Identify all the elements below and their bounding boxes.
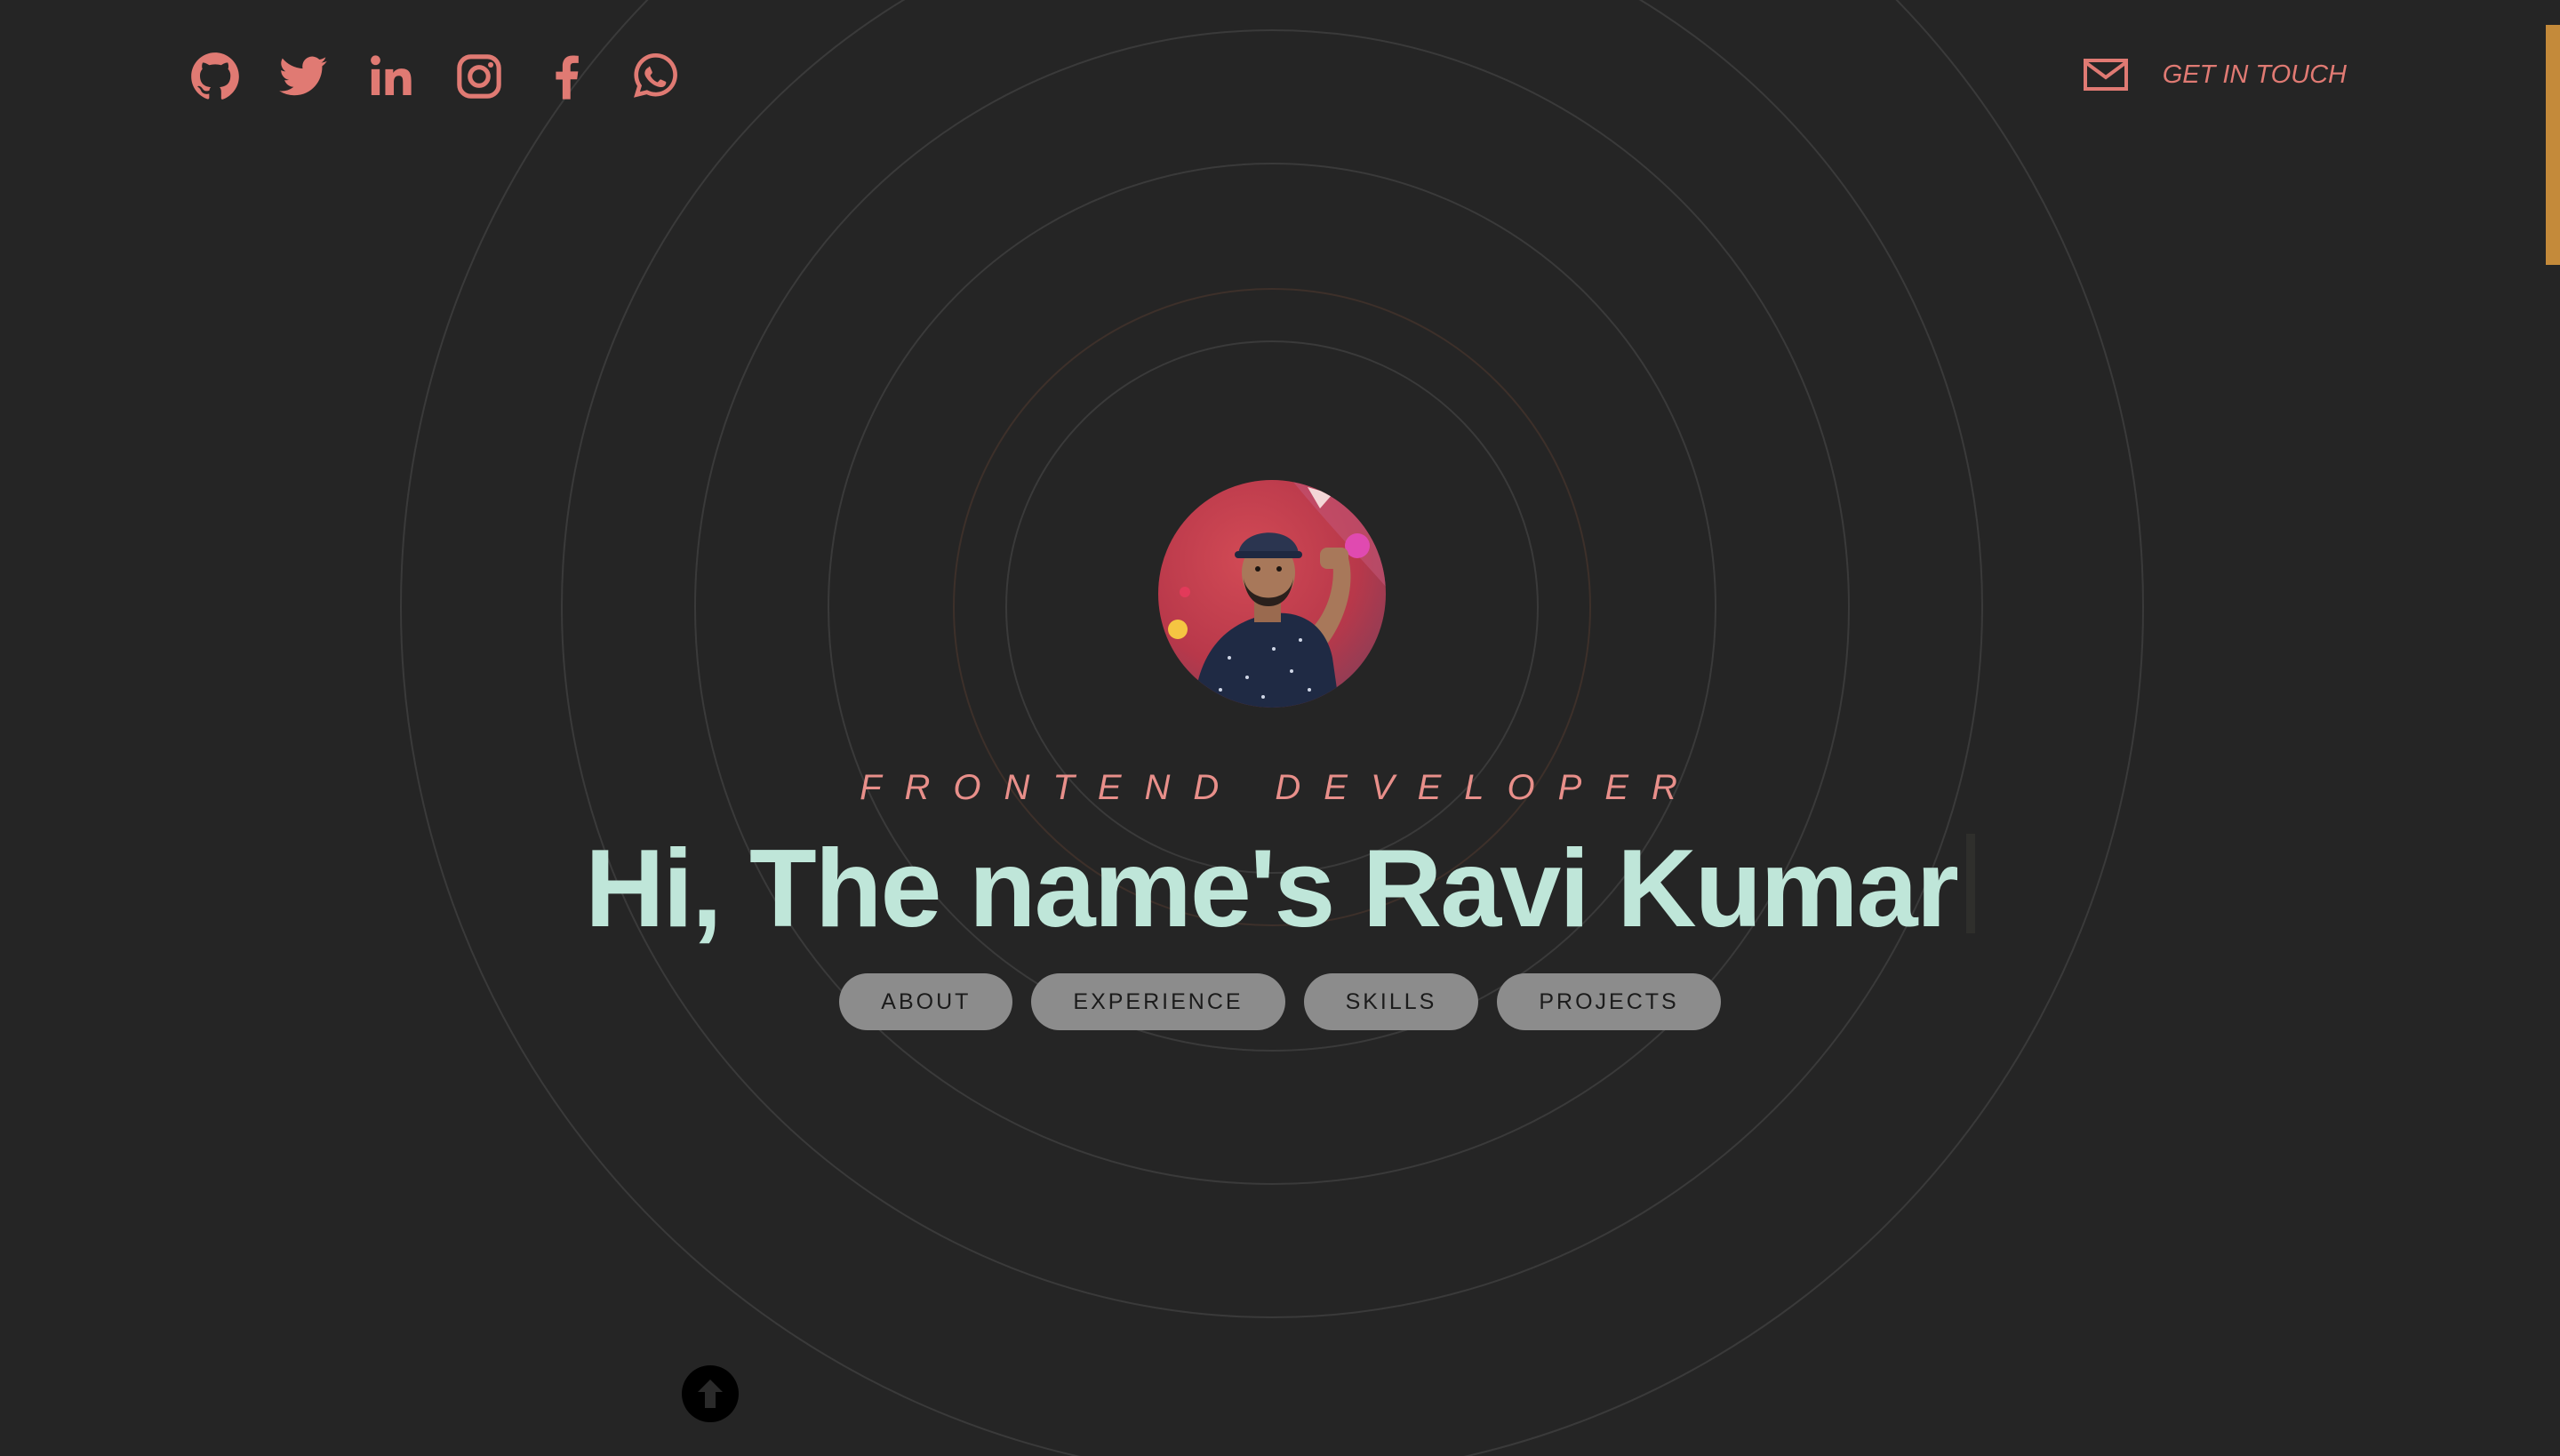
whatsapp-icon xyxy=(634,52,677,98)
background-rings xyxy=(400,0,2144,1456)
nav-experience-button[interactable]: EXPERIENCE xyxy=(1031,973,1285,1030)
twitter-icon xyxy=(279,56,327,96)
hero-headline: Hi, The name's Ravi Kumar xyxy=(0,822,2560,956)
whatsapp-link[interactable] xyxy=(630,52,680,101)
get-in-touch-link[interactable]: GET IN TOUCH xyxy=(2083,57,2347,92)
avatar xyxy=(1158,480,1386,708)
page: GET IN TOUCH FRONTEND DEVELOPER Hi, The … xyxy=(0,0,2560,1456)
github-icon xyxy=(191,52,239,100)
facebook-link[interactable] xyxy=(542,52,592,101)
scroll-progress-bar xyxy=(2546,25,2560,265)
nav-about-button[interactable]: ABOUT xyxy=(839,973,1013,1030)
github-link[interactable] xyxy=(190,52,240,101)
nav-projects-button[interactable]: PROJECTS xyxy=(1497,973,1721,1030)
instagram-icon xyxy=(457,54,501,99)
instagram-link[interactable] xyxy=(454,52,504,101)
role-subtitle: FRONTEND DEVELOPER xyxy=(860,768,1700,807)
section-nav: ABOUT EXPERIENCE SKILLS PROJECTS xyxy=(0,973,2560,1030)
mail-icon xyxy=(2083,59,2128,91)
arrow-up-icon xyxy=(698,1380,723,1408)
linkedin-icon xyxy=(371,55,412,95)
scroll-to-top-button[interactable] xyxy=(682,1365,739,1422)
twitter-link[interactable] xyxy=(278,52,328,101)
get-in-touch-label: GET IN TOUCH xyxy=(2162,60,2347,89)
typing-cursor xyxy=(1965,834,1975,933)
social-links xyxy=(190,52,718,101)
headline-text: Hi, The name's Ravi Kumar xyxy=(585,828,1959,950)
avatar-photo xyxy=(1158,480,1386,708)
facebook-icon xyxy=(556,55,579,100)
nav-skills-button[interactable]: SKILLS xyxy=(1303,973,1479,1030)
linkedin-link[interactable] xyxy=(366,52,416,101)
